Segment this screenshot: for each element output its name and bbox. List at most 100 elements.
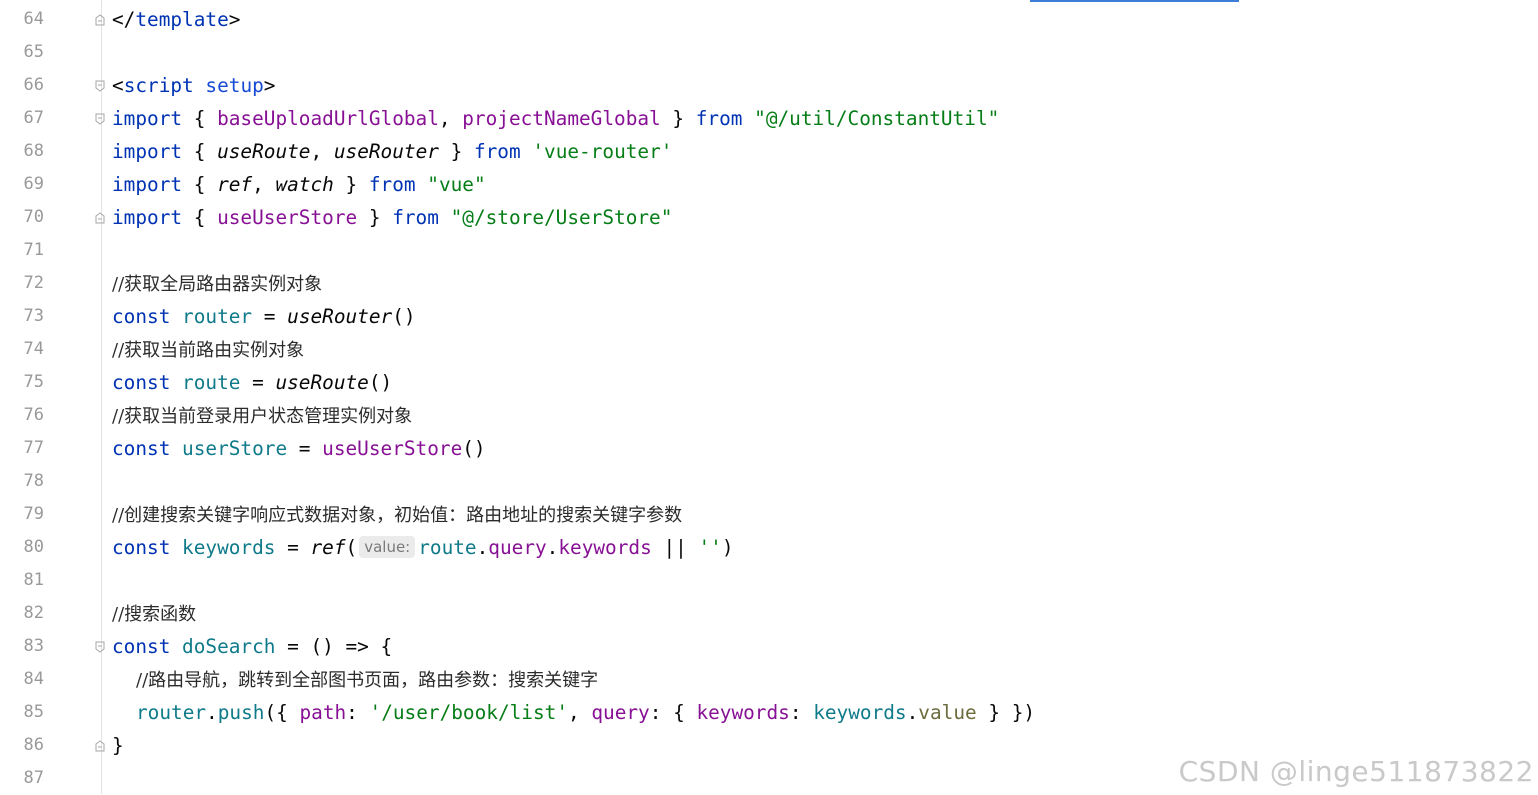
code-text[interactable]: //获取当前路由实例对象	[112, 333, 304, 367]
line-number: 64	[23, 9, 44, 29]
code-text[interactable]: //获取当前登录用户状态管理实例对象	[112, 399, 412, 433]
line-number: 71	[23, 240, 44, 260]
code-line: 71	[0, 234, 1538, 267]
line-number: 75	[23, 372, 44, 392]
token: route	[418, 536, 477, 559]
token: :	[789, 701, 814, 724]
code-text[interactable]: const keywords = ref(value: route.query.k…	[112, 531, 734, 564]
token: watch	[275, 173, 334, 196]
code-text[interactable]: const route = useRoute()	[112, 366, 392, 399]
token: {	[182, 140, 218, 163]
token: doSearch	[170, 635, 276, 658]
token: </	[112, 8, 136, 31]
token: .	[206, 701, 218, 724]
token: ()	[392, 305, 416, 328]
token: }	[660, 107, 696, 130]
code-text[interactable]: //路由导航，跳转到全部图书页面，路由参数：搜索关键字	[136, 663, 598, 697]
line-number: 81	[23, 570, 44, 590]
watermark: CSDN @linge511873822	[1178, 755, 1534, 788]
line-number: 78	[23, 471, 44, 491]
code-line: 75 const route = useRoute()	[0, 366, 1538, 399]
token: =	[240, 371, 276, 394]
token: const	[112, 371, 171, 394]
token: useUserStore	[322, 437, 463, 460]
token: useRoute	[275, 371, 369, 394]
line-number: 85	[23, 702, 44, 722]
code-line: 70 import { useUserStore } from "@/store…	[0, 201, 1538, 234]
code-line: 77 const userStore = useUserStore()	[0, 432, 1538, 465]
code-line: 85 router.push({ path: '/user/book/list'…	[0, 696, 1538, 729]
code-text[interactable]: <script setup>	[112, 69, 275, 102]
token: =	[275, 536, 311, 559]
token: push	[217, 701, 265, 724]
line-number: 72	[23, 273, 44, 293]
code-line: 79 //创建搜索关键字响应式数据对象，初始值：路由地址的搜索关键字参数	[0, 498, 1538, 531]
token: script	[123, 74, 194, 97]
fold-end-icon[interactable]	[95, 14, 105, 26]
code-line: 72 //获取全局路由器实例对象	[0, 267, 1538, 300]
token: >	[228, 8, 241, 31]
code-text[interactable]: import { ref, watch } from "vue"	[112, 168, 486, 201]
token: }	[333, 173, 369, 196]
code-text[interactable]: const router = useRouter()	[112, 300, 416, 333]
token: }	[357, 206, 393, 229]
code-text[interactable]: import { useRoute, useRouter } from 'vue…	[112, 135, 672, 168]
token: from	[473, 140, 521, 163]
fold-end-icon[interactable]	[95, 740, 105, 752]
token: ()	[462, 437, 486, 460]
token: "vue"	[427, 173, 486, 196]
code-text[interactable]: //创建搜索关键字响应式数据对象，初始值：路由地址的搜索关键字参数	[112, 498, 682, 532]
line-number: 76	[23, 405, 44, 425]
token: from	[695, 107, 743, 130]
line-number: 74	[23, 339, 44, 359]
token: value	[918, 701, 977, 724]
token: ,	[252, 173, 276, 196]
token: keywords	[696, 701, 790, 724]
line-number: 70	[23, 207, 44, 227]
token: route	[170, 371, 241, 394]
token: {	[182, 173, 218, 196]
code-text[interactable]: //搜索函数	[112, 597, 196, 631]
comment: //获取当前登录用户状态管理实例对象	[112, 406, 413, 427]
fold-start-icon[interactable]	[95, 641, 105, 653]
token: 'vue-router'	[532, 140, 673, 163]
code-text[interactable]: //获取全局路由器实例对象	[112, 267, 322, 301]
code-line: 73 const router = useRouter()	[0, 300, 1538, 333]
token: const	[112, 536, 171, 559]
line-number: 66	[23, 75, 44, 95]
token: )	[721, 536, 734, 559]
code-editor[interactable]: 64 </template> 65 66 <script setup> 67 i…	[0, 0, 1538, 794]
token: ,	[438, 107, 463, 130]
code-line: 68 import { useRoute, useRouter } from '…	[0, 135, 1538, 168]
comment: //获取当前路由实例对象	[112, 340, 305, 361]
fold-start-icon[interactable]	[95, 113, 105, 125]
token: "@/util/ConstantUtil"	[754, 107, 1000, 130]
code-text[interactable]: import { baseUploadUrlGlobal, projectNam…	[112, 102, 999, 135]
fold-end-icon[interactable]	[95, 212, 105, 224]
code-line: 74 //获取当前路由实例对象	[0, 333, 1538, 366]
line-number: 77	[23, 438, 44, 458]
token: ({	[264, 701, 300, 724]
fold-start-icon[interactable]	[95, 80, 105, 92]
code-text[interactable]: router.push({ path: '/user/book/list', q…	[136, 696, 1035, 729]
code-text[interactable]: </template>	[112, 3, 240, 36]
token: const	[112, 635, 171, 658]
token: : {	[649, 701, 697, 724]
code-line: 81	[0, 564, 1538, 597]
token: {	[182, 206, 218, 229]
token: keywords	[558, 536, 652, 559]
line-number: 80	[23, 537, 44, 557]
line-number: 82	[23, 603, 44, 623]
token: from	[392, 206, 439, 229]
code-text[interactable]: }	[112, 729, 124, 762]
code-text[interactable]: const doSearch = () => {	[112, 630, 392, 663]
code-text[interactable]: import { useUserStore } from "@/store/Us…	[112, 201, 672, 234]
token: useUserStore	[217, 206, 358, 229]
token: } })	[976, 701, 1036, 724]
token: const	[112, 437, 171, 460]
token: =	[287, 437, 323, 460]
code-text[interactable]: const userStore = useUserStore()	[112, 432, 486, 465]
